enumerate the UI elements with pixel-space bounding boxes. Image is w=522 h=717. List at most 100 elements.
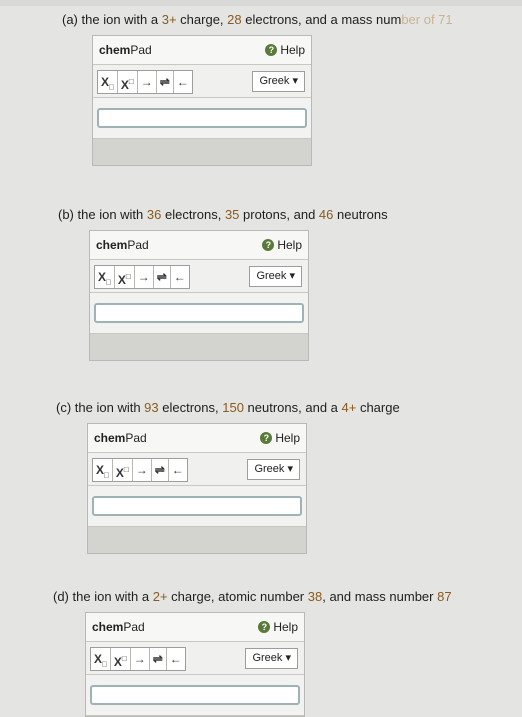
toolbar-group: X□ X□ → ⇌ ← (97, 70, 193, 94)
question-label: (b) (58, 207, 74, 222)
help-icon: ? (258, 621, 271, 633)
chempad-header: chemPad ? Help (88, 424, 306, 453)
superscript-button[interactable]: X□ (118, 71, 138, 93)
superscript-button[interactable]: X□ (113, 459, 133, 481)
chempad-footer (93, 139, 311, 165)
help-icon: ? (265, 44, 278, 56)
help-label: Help (280, 43, 305, 57)
question-value: 36 (146, 207, 162, 222)
question-value: 38 (307, 589, 323, 604)
question-text: charge, (176, 12, 228, 27)
question-text: the ion with a (72, 589, 153, 604)
subscript-button[interactable]: X□ (93, 459, 113, 481)
chempad-input-area (86, 675, 304, 716)
answer-input[interactable] (90, 685, 300, 705)
left-arrow-button[interactable]: ← (167, 648, 185, 670)
greek-dropdown[interactable]: Greek ▾ (252, 71, 305, 92)
subscript-button[interactable]: X□ (98, 71, 118, 93)
question-text: the ion with a (81, 12, 162, 27)
left-arrow-button[interactable]: ← (174, 71, 192, 93)
question-text: protons, and (239, 207, 319, 222)
subscript-button[interactable]: X□ (95, 266, 115, 288)
chempad-input-area (88, 486, 306, 527)
toolbar-group: X□ X□ → ⇌ ← (90, 647, 186, 671)
question-value: 93 (144, 400, 159, 415)
chempad-title-rest: Pad (130, 43, 152, 57)
chempad-title-bold: chem (99, 43, 131, 57)
question-text: electrons, (158, 400, 223, 415)
question-label: (d) (53, 589, 69, 604)
toolbar-group: X□ X□ → ⇌ ← (92, 458, 188, 482)
chempad-title-bold: chem (96, 238, 128, 252)
arrow-button[interactable]: → (133, 459, 152, 481)
question-c: (c) the ion with 93 electrons, 150 neutr… (56, 400, 400, 415)
greek-dropdown[interactable]: Greek ▾ (247, 459, 300, 480)
chempad-b: chemPad ? Help X□ X□ → ⇌ ← Greek ▾ (89, 230, 309, 361)
equilibrium-button[interactable]: ⇌ (152, 459, 169, 481)
left-arrow-button[interactable]: ← (171, 266, 189, 288)
chempad-input-area (93, 98, 311, 139)
subscript-button[interactable]: X□ (91, 648, 111, 670)
help-icon: ? (260, 432, 273, 444)
chempad-input-area (90, 293, 308, 334)
question-b: (b) the ion with 36 electrons, 35 proton… (58, 207, 388, 222)
help-icon: ? (262, 239, 275, 251)
left-arrow-button[interactable]: ← (169, 459, 187, 481)
chempad-title: chemPad (96, 238, 149, 252)
greek-dropdown[interactable]: Greek ▾ (245, 648, 298, 669)
question-text: the ion with (74, 400, 145, 415)
answer-input[interactable] (97, 108, 307, 128)
chempad-title-rest: Pad (127, 238, 149, 252)
question-a: (a) the ion with a 3+ charge, 28 electro… (62, 12, 453, 27)
question-value: 28 (227, 12, 242, 27)
chempad-c: chemPad ? Help X□ X□ → ⇌ ← Greek ▾ (87, 423, 307, 554)
equilibrium-button[interactable]: ⇌ (150, 648, 167, 670)
chempad-header: chemPad ? Help (86, 613, 304, 642)
help-link[interactable]: ? Help (260, 431, 300, 445)
help-link[interactable]: ? Help (265, 43, 305, 57)
equilibrium-button[interactable]: ⇌ (157, 71, 174, 93)
question-value: 35 (224, 207, 240, 222)
help-link[interactable]: ? Help (262, 238, 302, 252)
question-text-faded: ber of 71 (401, 12, 453, 27)
chempad-toolbar: X□ X□ → ⇌ ← Greek ▾ (88, 453, 306, 486)
question-d: (d) the ion with a 2+ charge, atomic num… (53, 589, 452, 604)
chempad-footer (90, 334, 308, 360)
chempad-title-bold: chem (92, 620, 124, 634)
chempad-d: chemPad ? Help X□ X□ → ⇌ ← Greek ▾ (85, 612, 305, 717)
question-value: 87 (437, 589, 452, 604)
page-top-edge (0, 0, 522, 6)
question-text: charge, atomic number (167, 589, 308, 604)
question-text: charge (356, 400, 400, 415)
question-value: 3+ (161, 12, 177, 27)
chempad-title-bold: chem (94, 431, 126, 445)
question-label: (a) (62, 12, 78, 27)
arrow-button[interactable]: → (138, 71, 157, 93)
help-link[interactable]: ? Help (258, 620, 298, 634)
arrow-button[interactable]: → (135, 266, 154, 288)
chempad-title-rest: Pad (123, 620, 145, 634)
help-label: Help (275, 431, 300, 445)
chempad-toolbar: X□ X□ → ⇌ ← Greek ▾ (93, 65, 311, 98)
greek-dropdown[interactable]: Greek ▾ (249, 266, 302, 287)
toolbar-group: X□ X□ → ⇌ ← (94, 265, 190, 289)
chempad-toolbar: X□ X□ → ⇌ ← Greek ▾ (86, 642, 304, 675)
arrow-button[interactable]: → (131, 648, 150, 670)
chempad-toolbar: X□ X□ → ⇌ ← Greek ▾ (90, 260, 308, 293)
chempad-title: chemPad (99, 43, 152, 57)
question-text: the ion with (77, 207, 147, 222)
superscript-button[interactable]: X□ (111, 648, 131, 670)
answer-input[interactable] (92, 496, 302, 516)
superscript-button[interactable]: X□ (115, 266, 135, 288)
chempad-a: chemPad ? Help X□ X□ → ⇌ ← Greek ▾ (92, 35, 312, 166)
question-label: (c) (56, 400, 72, 415)
question-text: electrons, (161, 207, 225, 222)
chempad-title: chemPad (92, 620, 145, 634)
equilibrium-button[interactable]: ⇌ (154, 266, 171, 288)
question-value: 2+ (152, 589, 168, 604)
question-value: 46 (318, 207, 334, 222)
answer-input[interactable] (94, 303, 304, 323)
help-label: Help (273, 620, 298, 634)
chempad-footer (88, 527, 306, 553)
question-text: neutrons, and a (243, 400, 342, 415)
